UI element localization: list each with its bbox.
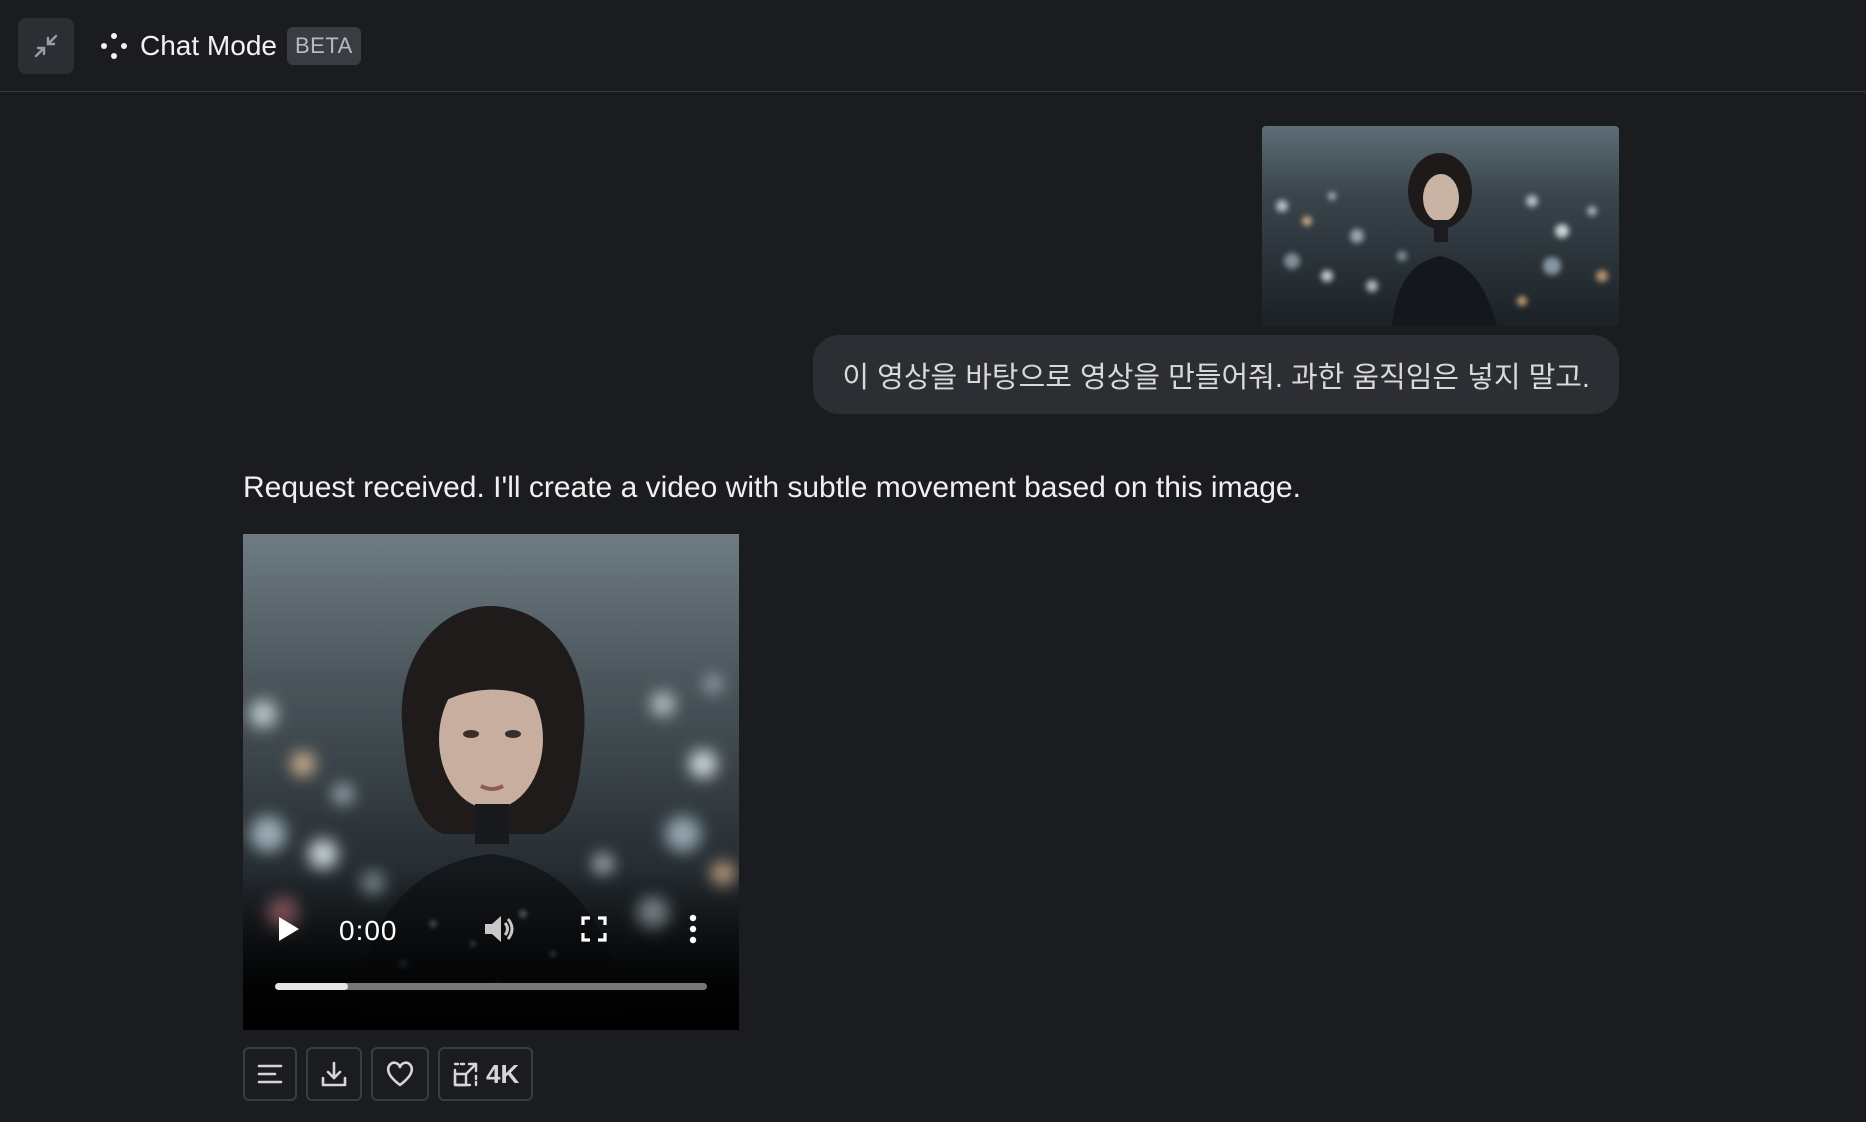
top-bar: Chat Mode BETA [0, 0, 1866, 92]
more-vertical-icon[interactable] [689, 914, 697, 944]
favorite-button[interactable] [371, 1047, 429, 1101]
chat-mode-label: Chat Mode [140, 30, 277, 61]
heart-icon [386, 1061, 414, 1087]
video-progress-fill [275, 983, 349, 990]
beta-badge: BETA [286, 27, 361, 65]
text-lines-icon [257, 1064, 283, 1084]
video-player[interactable]: 0:00 [243, 534, 739, 1030]
attached-image-graphic [1262, 126, 1619, 326]
user-message-text: 이 영상을 바탕으로 영상을 만들어줘. 과한 움직임은 넣지 말고. [842, 361, 1590, 394]
volume-icon[interactable] [483, 913, 517, 945]
assistant-message-text: Request received. I'll create a video wi… [243, 471, 1301, 504]
user-message-bubble: 이 영상을 바탕으로 영상을 만들어줘. 과한 움직임은 넣지 말고. [813, 335, 1619, 414]
message-actions: 4K [243, 1047, 534, 1101]
play-icon[interactable] [277, 916, 301, 942]
download-icon [321, 1061, 347, 1087]
video-progress-bar[interactable] [275, 983, 707, 990]
show-prompt-button[interactable] [243, 1047, 297, 1101]
upscale-icon [453, 1062, 478, 1087]
upscale-4k-label: 4K [486, 1058, 520, 1089]
download-button[interactable] [306, 1047, 362, 1101]
chat-mode-title: Chat Mode BETA [100, 26, 361, 66]
collapse-button[interactable] [18, 18, 74, 74]
collapse-arrows-icon [34, 34, 58, 58]
user-attached-image[interactable] [1262, 126, 1619, 326]
video-controls [243, 870, 739, 1030]
upscale-4k-button[interactable]: 4K [438, 1047, 534, 1101]
video-current-time: 0:00 [339, 915, 398, 946]
sparkle-dots-icon [101, 33, 127, 59]
fullscreen-icon[interactable] [581, 916, 607, 942]
